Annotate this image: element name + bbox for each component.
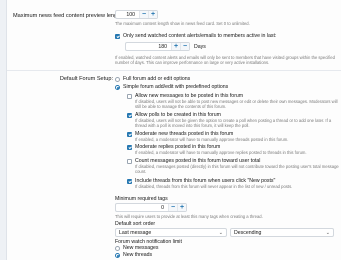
max-preview-value[interactable]: 100 [116, 12, 139, 18]
plus-icon[interactable]: + [171, 43, 180, 50]
sort-field-value: Last message [119, 229, 152, 236]
watched-days-value[interactable]: 180 [126, 44, 171, 50]
sort-direction-value: Descending [234, 229, 262, 236]
radio-simple-options[interactable] [115, 85, 120, 90]
include-new-posts-hint: If disabled, threads from this forum wil… [135, 184, 293, 189]
allow-polls-checkbox[interactable] [127, 113, 132, 118]
notify-new-messages-radio[interactable] [115, 246, 120, 251]
moderate-replies-checkbox[interactable] [127, 145, 132, 150]
min-tags-stepper[interactable]: 0 − + [115, 203, 187, 212]
minus-icon[interactable]: − [168, 204, 177, 211]
count-messages-checkbox[interactable] [127, 159, 132, 164]
radio-full-options[interactable] [115, 77, 120, 82]
max-preview-label: Maximum news feed content preview length… [13, 13, 124, 19]
max-preview-stepper[interactable]: 100 − + [115, 10, 158, 19]
watched-alerts-label: Only send watched content alerts/emails … [123, 33, 277, 39]
watched-days-unit: Days [194, 44, 206, 50]
chevron-down-icon: ⌄ [325, 230, 330, 236]
watched-hint: If enabled, watched content alerts and e… [115, 55, 335, 65]
plus-icon[interactable]: + [148, 11, 157, 18]
sort-field-select[interactable]: Last message ⌄ [115, 228, 227, 237]
chevron-down-icon: ⌄ [218, 230, 223, 236]
radio-simple-label: Simple forum add/edit with predefined op… [123, 84, 229, 90]
options-panel: Maximum news feed content preview length… [6, 0, 341, 260]
count-messages-hint: If disabled, messages posted (directly) … [135, 164, 339, 174]
notify-new-threads-radio[interactable] [115, 253, 120, 258]
notify-new-threads-label: New threads [123, 252, 153, 258]
include-new-posts-checkbox[interactable] [127, 179, 132, 184]
allow-posting-checkbox[interactable] [127, 94, 132, 99]
moderate-replies-hint: If enabled, a moderator will have to man… [135, 150, 307, 155]
allow-polls-hint: If disabled, users will not be given the… [135, 118, 332, 128]
section-divider [7, 70, 341, 71]
notify-new-messages-label: New messages [123, 245, 159, 251]
moderate-threads-checkbox[interactable] [127, 132, 132, 137]
sort-order-label: Default sort order [115, 221, 156, 227]
plus-icon[interactable]: + [177, 204, 186, 211]
min-tags-value[interactable]: 0 [116, 205, 168, 211]
min-tags-hint: This will require users to provide at le… [115, 214, 263, 219]
watched-alerts-checkbox[interactable] [115, 34, 120, 39]
minus-icon[interactable]: − [180, 43, 189, 50]
sort-direction-select[interactable]: Descending ⌄ [230, 228, 334, 237]
radio-full-label: Full forum add or edit options [123, 76, 191, 82]
allow-posting-hint: If disabled, users will not be able to p… [135, 99, 338, 109]
max-preview-hint: The maximum content length show in news … [115, 21, 250, 26]
forum-setup-label: Default Forum Setup: [59, 76, 113, 82]
watched-days-stepper[interactable]: 180 + − [125, 42, 190, 51]
min-tags-label: Minimum required tags [115, 196, 168, 202]
moderate-threads-hint: If enabled, a moderator will have to man… [135, 137, 289, 142]
minus-icon[interactable]: − [139, 11, 148, 18]
